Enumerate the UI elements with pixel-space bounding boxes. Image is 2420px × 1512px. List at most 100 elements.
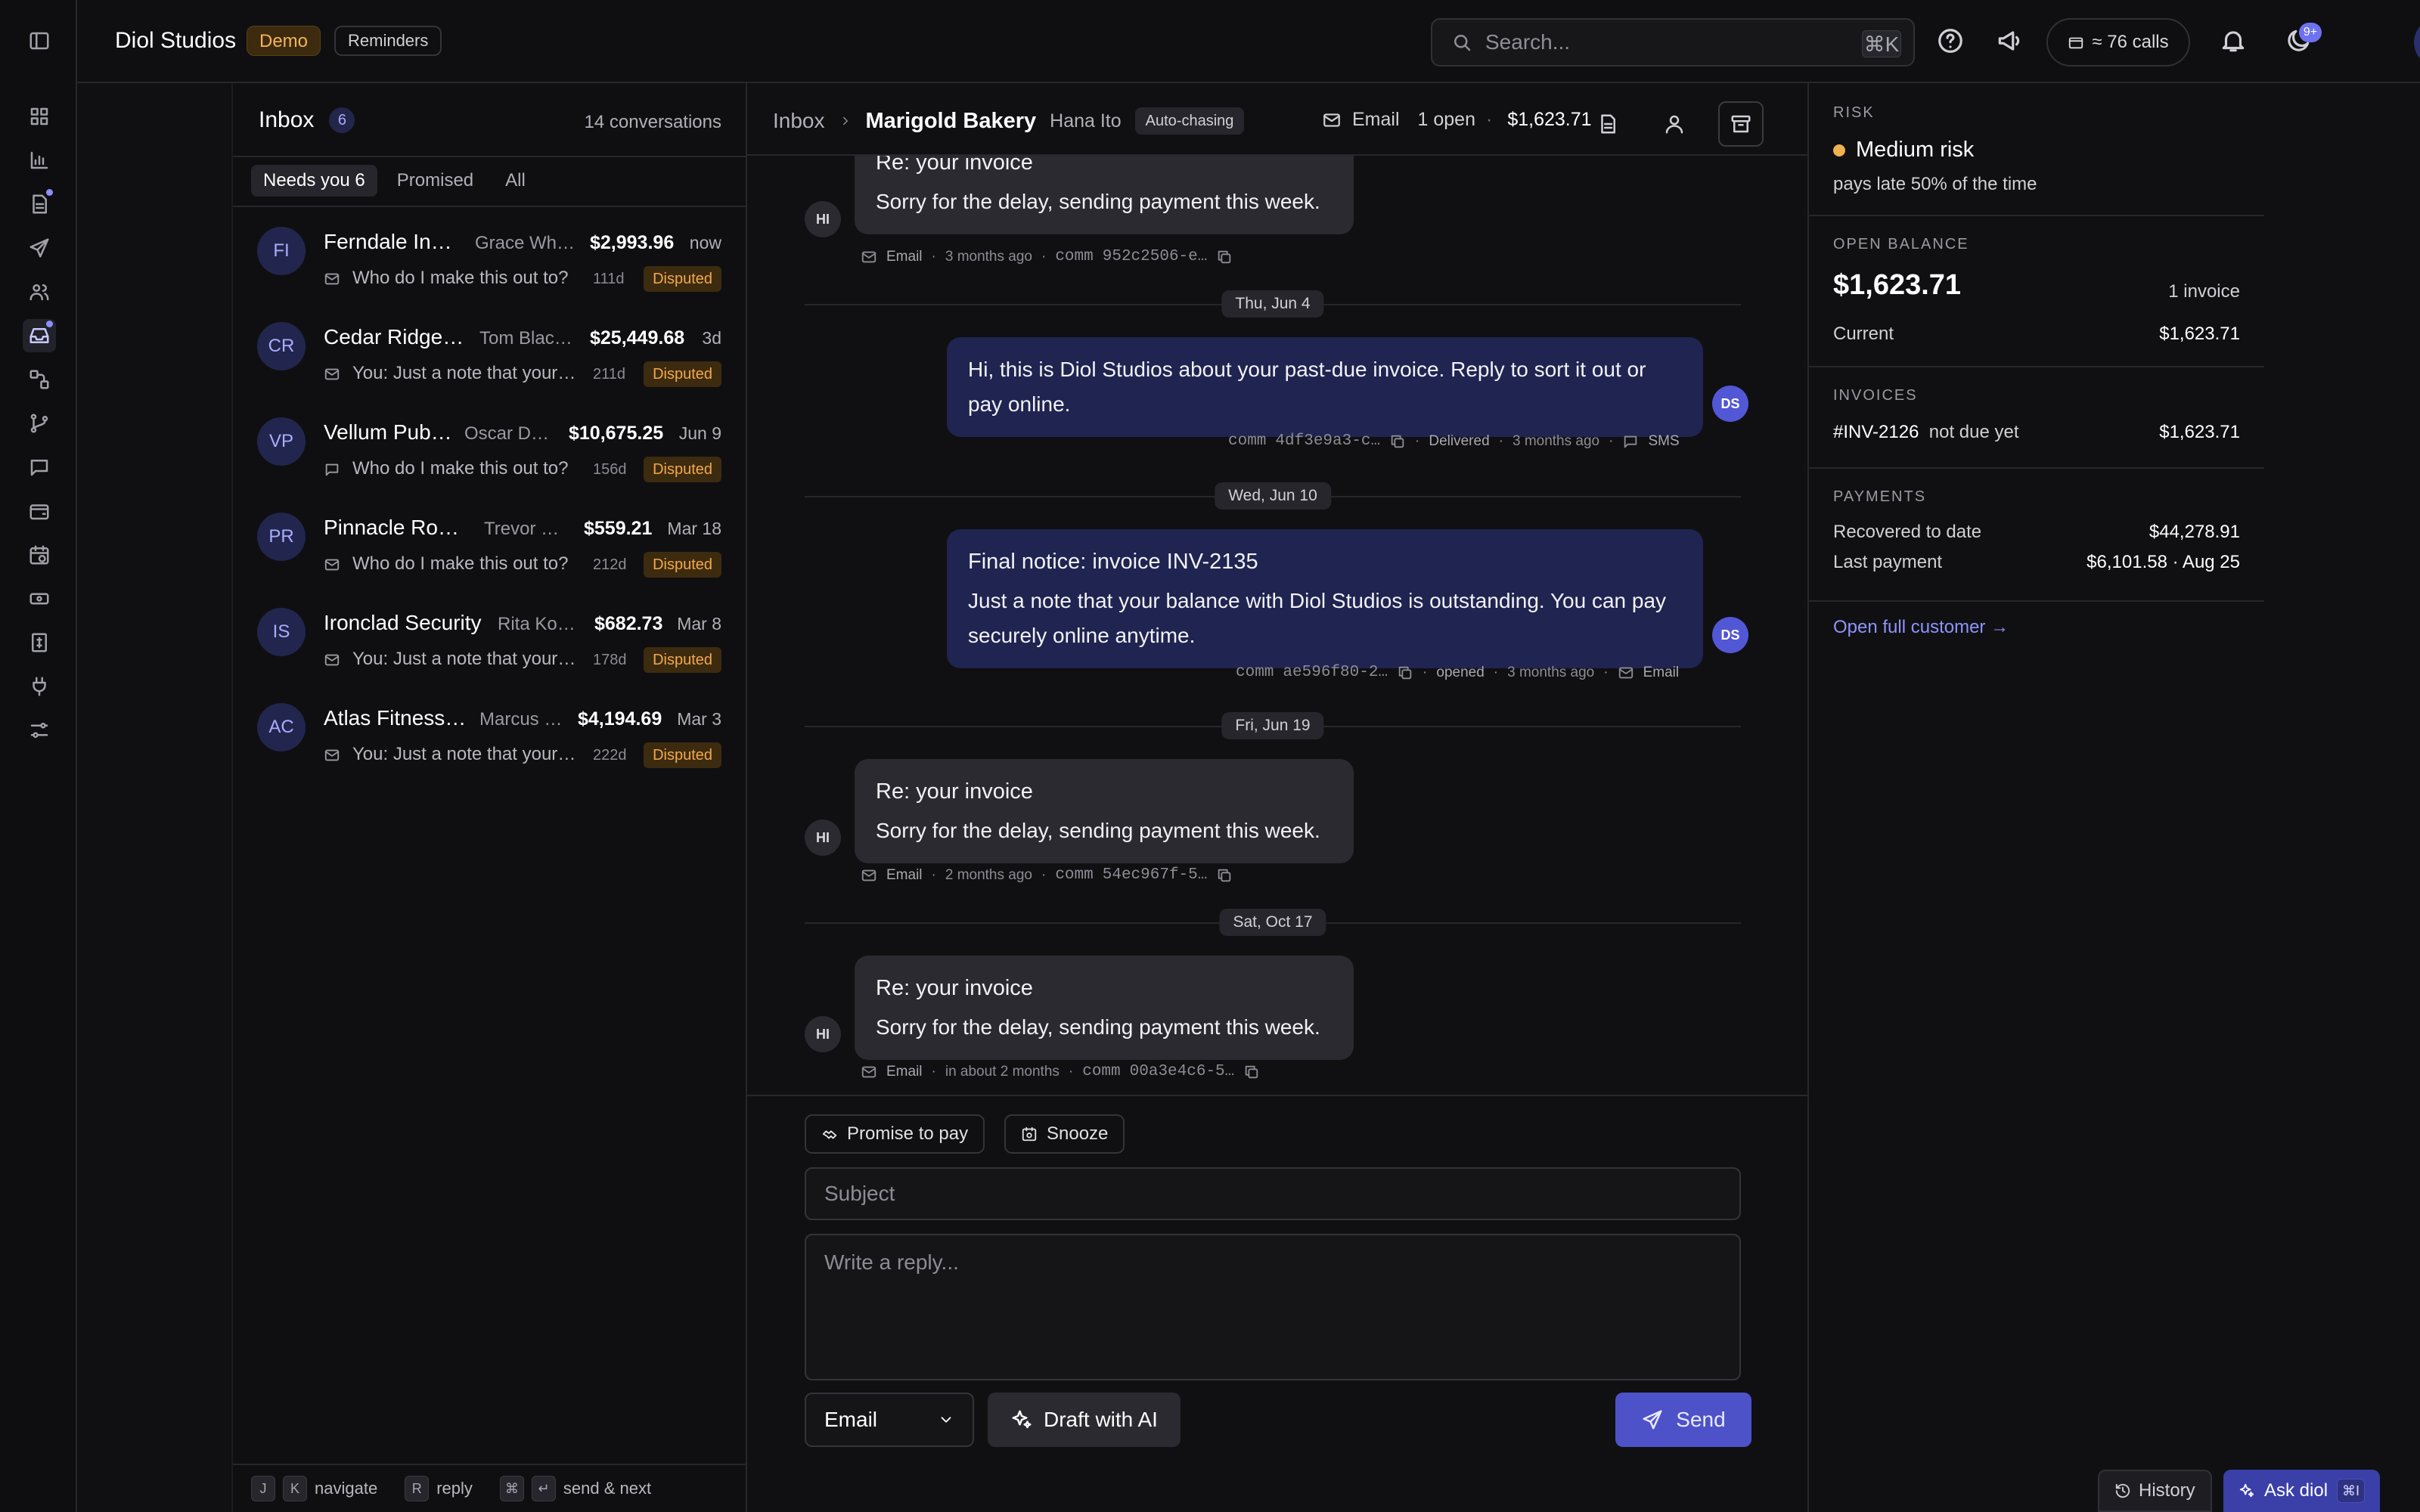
integrations-icon[interactable] [23, 670, 56, 703]
invoice-row[interactable]: #INV-2126 not due yet $1,623.71 [1833, 422, 2240, 443]
conversation-item[interactable]: PR Pinnacle Roofing Trevor Nash $559.21 … [233, 497, 746, 593]
ask-diol-button[interactable]: Ask diol ⌘I [2223, 1470, 2381, 1512]
divider [233, 156, 746, 157]
comm-id: 54ec967f-5… [1102, 866, 1208, 884]
message-preview: Who do I make this out to? [352, 458, 569, 479]
customer-name: Ferndale International [324, 230, 457, 253]
history-label: History [2139, 1480, 2195, 1501]
message-time: 3 months ago [945, 248, 1032, 265]
notifications-icon[interactable] [2219, 26, 2248, 55]
section-label: RISK [1833, 104, 1875, 121]
age: 222d [593, 747, 627, 764]
payments-icon[interactable] [23, 582, 56, 615]
open-full-customer-link[interactable]: Open full customer → [1833, 617, 2009, 638]
billing-icon[interactable] [23, 626, 56, 659]
sidebar-toggle-icon[interactable] [23, 24, 56, 57]
comm-label: comm [1236, 664, 1274, 681]
conversation-item[interactable]: VP Vellum Publishing Oscar Dennis $10,67… [233, 402, 746, 497]
reply-textarea[interactable] [805, 1234, 1741, 1380]
last-payment-value: $6,101.58 · Aug 25 [2086, 552, 2240, 572]
announcements-icon[interactable] [1995, 26, 2024, 55]
inbox-icon[interactable] [23, 319, 56, 352]
help-icon[interactable] [1936, 26, 1965, 55]
conversations-count: 14 conversations [584, 112, 721, 132]
search-box[interactable]: Search... ⌘K [1431, 18, 1915, 67]
assign-user-icon[interactable] [1652, 101, 1697, 147]
send-icon[interactable] [23, 231, 56, 265]
copy-icon[interactable] [1216, 249, 1233, 265]
archive-icon[interactable] [1718, 101, 1764, 147]
day-divider: Thu, Jun 4 [805, 290, 1741, 318]
breadcrumb-inbox[interactable]: Inbox [773, 109, 825, 133]
snooze-label: Snooze [1047, 1123, 1109, 1144]
key-enter: ↵ [531, 1476, 556, 1501]
message-body: Sorry for the delay, sending payment thi… [876, 1015, 1320, 1039]
comm-id: 952c2506-e… [1102, 248, 1208, 265]
contact-name: Tom Blackwell [479, 328, 581, 349]
dashboard-icon[interactable] [23, 100, 56, 133]
status-badge: Disputed [644, 457, 721, 482]
channel-select[interactable]: Email [805, 1393, 974, 1447]
email-icon [324, 556, 340, 573]
nav-rail [0, 0, 77, 1512]
amount: $2,993.96 [590, 232, 675, 253]
amount: $4,194.69 [578, 708, 662, 730]
customer-name: Vellum Publishing [324, 420, 454, 444]
subject-input[interactable] [805, 1167, 1741, 1220]
copy-icon[interactable] [1397, 665, 1413, 681]
comm-label: comm [1055, 248, 1094, 265]
theme-toggle-icon[interactable] [2284, 26, 2313, 55]
time: Mar 8 [677, 614, 721, 634]
conversation-item[interactable]: IS Ironclad Security Rita Kovacs $682.73… [233, 593, 746, 688]
analytics-icon[interactable] [23, 144, 56, 177]
branch-icon[interactable] [23, 407, 56, 440]
current-value: $1,623.71 [2159, 324, 2240, 344]
wallet-icon[interactable] [23, 494, 56, 528]
key-j: J [251, 1476, 275, 1501]
user-avatar[interactable]: S [2414, 18, 2420, 67]
history-button[interactable]: History [2098, 1470, 2212, 1512]
filter-all[interactable]: All [493, 165, 538, 197]
settings-icon[interactable] [23, 714, 56, 747]
customers-icon[interactable] [23, 275, 56, 308]
filter-promised[interactable]: Promised [385, 165, 486, 197]
messages-icon[interactable] [23, 451, 56, 484]
conversation-item[interactable]: FI Ferndale International Grace Whitfiel… [233, 212, 746, 307]
shortcut-reply-label: reply [436, 1479, 473, 1498]
contact-name: Trevor Nash [484, 519, 567, 539]
copy-icon[interactable] [1243, 1064, 1260, 1080]
message-meta: Email · 2 months ago · comm 54ec967f-5… [861, 866, 1233, 884]
copy-icon[interactable] [1216, 867, 1233, 884]
reminders-button[interactable]: Reminders [334, 26, 442, 56]
age: 212d [593, 556, 627, 573]
amount: $682.73 [594, 613, 663, 634]
recovered-value: $44,278.91 [2149, 522, 2240, 542]
copy-icon[interactable] [1389, 433, 1406, 450]
snooze-button[interactable]: Snooze [1004, 1114, 1125, 1154]
message-preview: Who do I make this out to? [352, 553, 569, 574]
calls-counter[interactable]: ≈ 76 calls [2046, 18, 2190, 67]
send-button[interactable]: Send [1615, 1393, 1751, 1447]
invoices-icon[interactable] [23, 187, 56, 221]
contact-name: Rita Kovacs [498, 614, 581, 634]
avatar: DS [1712, 617, 1748, 653]
comm-label: comm [1082, 1063, 1121, 1080]
contact-name: Hana Ito [1050, 110, 1122, 132]
day-label: Thu, Jun 4 [1221, 290, 1324, 318]
promise-to-pay-button[interactable]: Promise to pay [805, 1114, 985, 1154]
search-placeholder: Search... [1485, 30, 1571, 54]
thread-header: Inbox Marigold Bakery Hana Ito Auto-chas… [747, 83, 1807, 156]
message-channel: Email [886, 248, 923, 265]
conversation-item[interactable]: AC Atlas Fitness Co Marcus Reed $4,194.6… [233, 688, 746, 783]
workflows-icon[interactable] [23, 363, 56, 396]
conversation-item[interactable]: CR Cedar Ridge Dental Tom Blackwell $25,… [233, 307, 746, 402]
email-icon [324, 652, 340, 668]
message-channel: SMS [1648, 432, 1680, 449]
contact-name: Marcus Reed [479, 709, 563, 730]
filter-needs-you[interactable]: Needs you 6 [251, 165, 377, 197]
document-icon[interactable] [1585, 101, 1630, 147]
draft-with-ai-button[interactable]: Draft with AI [988, 1393, 1181, 1447]
calendar-clock-icon[interactable] [23, 538, 56, 572]
chat-icon [324, 461, 340, 478]
message-meta: comm ae596f80-2… · opened · 3 months ago ·… [1236, 664, 1680, 681]
